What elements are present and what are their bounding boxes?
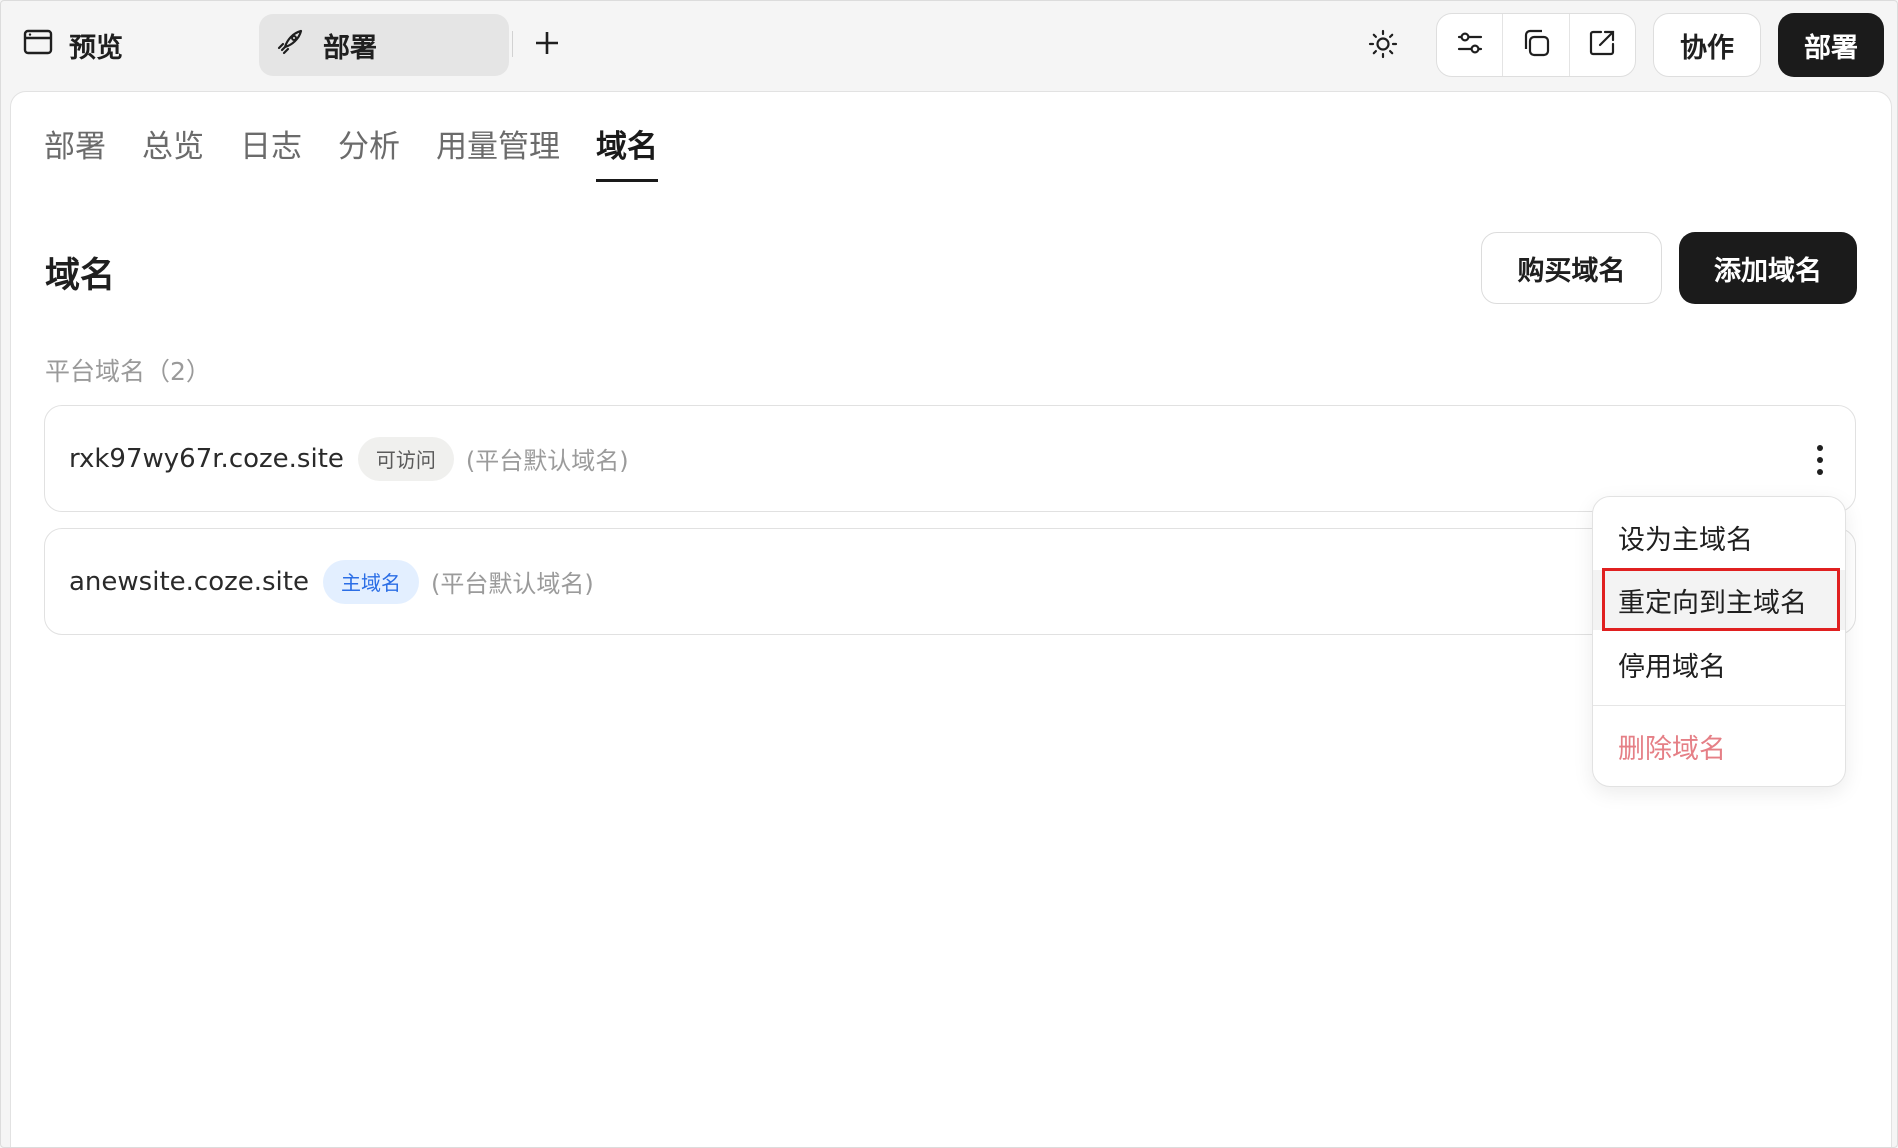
domain-name: rxk97wy67r.coze.site <box>69 443 344 474</box>
open-external-button[interactable] <box>1570 14 1635 76</box>
tab-deploy[interactable]: 部署 <box>259 14 509 76</box>
menu-item-disable-domain[interactable]: 停用域名 <box>1593 634 1845 694</box>
buy-domain-button[interactable]: 购买域名 <box>1481 232 1662 304</box>
deploy-button[interactable]: 部署 <box>1778 13 1884 77</box>
domain-note: (平台默认域名) <box>465 447 629 475</box>
domain-actions-menu: 设为主域名 重定向到主域名 停用域名 删除域名 <box>1592 496 1846 787</box>
browser-window-icon <box>23 29 53 62</box>
primary-badge: 主域名 <box>322 559 419 604</box>
nav-tab-analytics[interactable]: 分析 <box>338 122 400 182</box>
tab-preview-label: 预览 <box>69 32 123 64</box>
nav-tab-usage[interactable]: 用量管理 <box>436 122 560 182</box>
menu-item-delete-domain[interactable]: 删除域名 <box>1593 716 1845 776</box>
collaborate-button[interactable]: 协作 <box>1653 13 1761 77</box>
platform-domains-heading: 平台域名（2） <box>45 357 211 386</box>
domain-name: anewsite.coze.site <box>69 566 309 597</box>
section-nav: 部署 总览 日志 分析 用量管理 域名 <box>44 122 694 182</box>
nav-tab-overview[interactable]: 总览 <box>142 122 204 182</box>
tab-preview[interactable]: 预览 <box>23 25 123 65</box>
rocket-icon <box>275 27 305 64</box>
theme-toggle-button[interactable] <box>1361 25 1405 67</box>
nav-tab-deploy[interactable]: 部署 <box>44 122 106 182</box>
sliders-icon <box>1455 28 1485 62</box>
app-window: 预览 部署 协作 部署 部署 总览 日志 分析 用量管理 域名 域名 购买域名 … <box>0 0 1898 1148</box>
more-vertical-icon <box>1817 457 1823 463</box>
nav-tab-domains[interactable]: 域名 <box>596 122 658 182</box>
page-title: 域名 <box>45 256 116 296</box>
menu-item-set-primary[interactable]: 设为主域名 <box>1593 507 1845 567</box>
more-actions-button[interactable] <box>1813 440 1827 480</box>
domain-note: (平台默认域名) <box>430 570 594 598</box>
more-vertical-icon <box>1817 445 1823 451</box>
menu-divider <box>1593 705 1845 706</box>
more-vertical-icon <box>1817 469 1823 475</box>
add-domain-button[interactable]: 添加域名 <box>1679 232 1857 304</box>
nav-tab-logs[interactable]: 日志 <box>240 122 302 182</box>
toolbar-group <box>1436 13 1636 77</box>
domain-row: anewsite.coze.site 主域名 (平台默认域名) <box>44 528 1856 635</box>
domain-row: rxk97wy67r.coze.site 可访问 (平台默认域名) <box>44 405 1856 512</box>
top-bar: 预览 部署 协作 部署 <box>1 1 1897 89</box>
tab-divider <box>512 31 513 57</box>
status-badge: 可访问 <box>357 436 454 481</box>
copy-button[interactable] <box>1503 14 1570 76</box>
menu-item-redirect-to-primary[interactable]: 重定向到主域名 <box>1593 570 1845 630</box>
settings-button[interactable] <box>1437 14 1504 76</box>
tab-deploy-label: 部署 <box>323 32 377 64</box>
add-tab-button[interactable] <box>529 25 565 65</box>
external-link-icon <box>1587 28 1617 62</box>
plus-icon <box>534 30 560 60</box>
copy-icon <box>1520 27 1552 63</box>
sun-icon <box>1367 28 1399 64</box>
